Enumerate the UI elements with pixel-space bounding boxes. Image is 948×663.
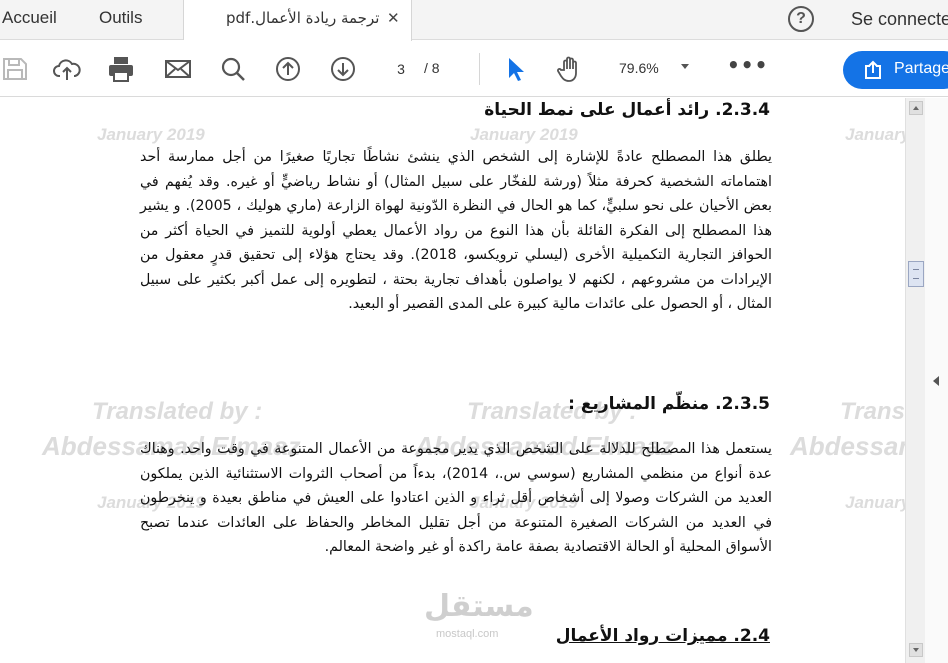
more-options-icon[interactable]: ••• [727, 53, 768, 77]
watermark-date: January 2019 [97, 125, 205, 144]
hand-tool-icon[interactable] [555, 54, 585, 84]
tab-bar: Accueil Outils ترجمة ريادة الأعمال.pdf ✕… [0, 0, 948, 41]
scroll-up-icon[interactable] [909, 101, 923, 115]
mostaql-logo-url: mostaql.com [436, 628, 499, 640]
tab-document-label: ترجمة ريادة الأعمال.pdf [226, 9, 380, 27]
share-label: Partager [894, 60, 948, 77]
close-icon[interactable]: ✕ [387, 9, 400, 27]
section-heading: 2.3.5. منظّم المشاريع : [568, 394, 770, 414]
toolbar-separator [479, 53, 480, 85]
zoom-level[interactable]: 79.6% [619, 60, 659, 76]
upload-cloud-icon[interactable] [52, 54, 82, 84]
email-icon[interactable] [163, 54, 193, 84]
watermark-date: January 2019 [470, 125, 578, 144]
page-total: / 8 [424, 60, 440, 76]
tab-home[interactable]: Accueil [2, 8, 57, 28]
watermark-translated: Translated by : [92, 398, 263, 425]
signin-link[interactable]: Se connecter [851, 9, 948, 30]
vertical-scrollbar[interactable] [905, 98, 925, 663]
scroll-down-icon[interactable] [909, 643, 923, 657]
print-icon[interactable] [106, 54, 136, 84]
section-paragraph: يستعمل هذا المصطلح للدلالة على الشخص الذ… [140, 441, 772, 555]
mostaql-logo: مستقل [424, 589, 534, 624]
toolbar: 3 / 8 79.6% ••• Partager [0, 41, 948, 97]
document-viewer[interactable]: January 2019 January 2019 January 2019 T… [0, 98, 948, 663]
share-button[interactable]: Partager [843, 51, 948, 89]
next-page-icon[interactable] [328, 54, 358, 84]
tab-document[interactable]: ترجمة ريادة الأعمال.pdf ✕ [184, 0, 412, 41]
search-icon[interactable] [218, 54, 248, 84]
share-icon [865, 60, 881, 79]
scrollbar-thumb[interactable] [908, 261, 924, 287]
section-paragraph: يطلق هذا المصطلح عادةً للإشارة إلى الشخص… [140, 149, 772, 312]
help-icon[interactable]: ? [788, 6, 814, 32]
page-number-input[interactable]: 3 [383, 56, 419, 82]
previous-page-icon[interactable] [273, 54, 303, 84]
chevron-down-icon[interactable] [681, 64, 689, 69]
expand-panel-icon[interactable] [933, 376, 939, 386]
tab-tools[interactable]: Outils [99, 8, 142, 28]
section-heading: 2.4. مميزات رواد الأعمال [555, 626, 770, 646]
select-cursor-icon[interactable] [500, 54, 530, 84]
save-icon[interactable] [0, 54, 30, 84]
section-heading: 2.3.4. رائد أعمال على نمط الحياة [484, 100, 770, 120]
